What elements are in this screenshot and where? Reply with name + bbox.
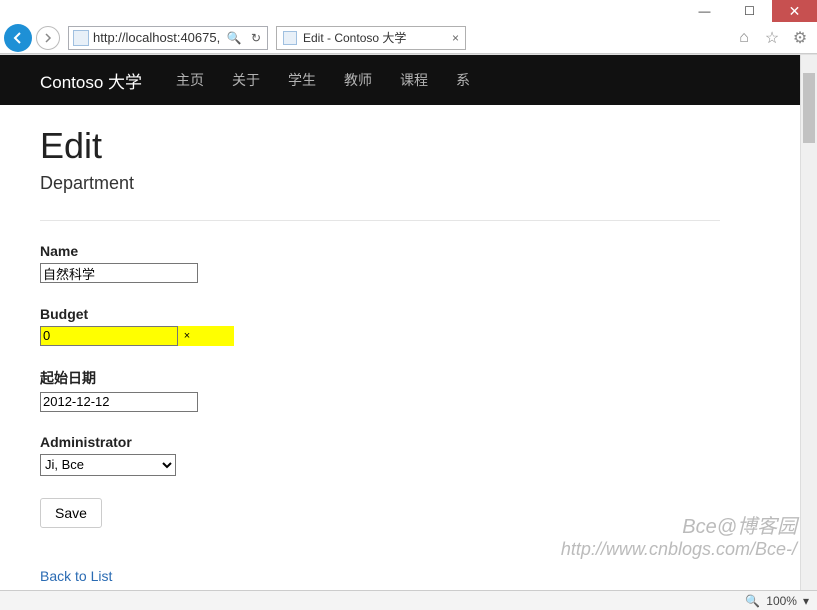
window-titlebar: — ☐ ✕: [0, 0, 817, 22]
address-text[interactable]: http://localhost:40675,: [93, 30, 223, 45]
site-navbar: Contoso 大学 主页 关于 学生 教师 课程 系: [0, 55, 817, 105]
address-bar[interactable]: http://localhost:40675, 🔍 ↻: [68, 26, 268, 50]
back-to-list-link[interactable]: Back to List: [40, 568, 112, 584]
browser-toolbar: http://localhost:40675, 🔍 ↻ Edit - Conto…: [0, 22, 817, 54]
page-viewport: Contoso 大学 主页 关于 学生 教师 课程 系 Edit Departm…: [0, 54, 817, 590]
tab-title: Edit - Contoso 大学: [303, 29, 446, 46]
zoom-dropdown-icon[interactable]: ▾: [803, 594, 809, 608]
home-icon[interactable]: ⌂: [734, 28, 754, 48]
budget-input[interactable]: [40, 326, 178, 346]
page-subheading: Department: [40, 173, 720, 194]
favorites-icon[interactable]: ☆: [762, 28, 782, 48]
zoom-level: 100%: [766, 594, 797, 608]
brand[interactable]: Contoso 大学: [40, 68, 142, 93]
tab-close-icon[interactable]: ×: [452, 31, 459, 45]
window-minimize-button[interactable]: —: [682, 0, 727, 22]
nav-students[interactable]: 学生: [288, 70, 316, 90]
window-maximize-button[interactable]: ☐: [727, 0, 772, 22]
budget-label: Budget: [40, 306, 720, 322]
vertical-scrollbar[interactable]: [800, 55, 817, 590]
page-heading: Edit: [40, 125, 720, 167]
field-administrator: Administrator Ji, Bce: [40, 434, 720, 476]
name-label: Name: [40, 243, 720, 259]
startdate-input[interactable]: [40, 392, 198, 412]
window-close-button[interactable]: ✕: [772, 0, 817, 22]
nav-forward-button[interactable]: [36, 26, 60, 50]
divider: [40, 220, 720, 221]
scrollbar-thumb[interactable]: [803, 73, 815, 143]
zoom-icon[interactable]: 🔍: [745, 594, 760, 608]
startdate-label: 起始日期: [40, 368, 720, 388]
search-icon[interactable]: 🔍: [223, 31, 245, 45]
nav-home[interactable]: 主页: [176, 70, 204, 90]
save-button[interactable]: Save: [40, 498, 102, 528]
page-icon: [73, 30, 89, 46]
admin-label: Administrator: [40, 434, 720, 450]
status-bar: 🔍 100% ▾: [0, 590, 817, 610]
name-input[interactable]: [40, 263, 198, 283]
field-name: Name: [40, 243, 720, 284]
nav-instructors[interactable]: 教师: [344, 70, 372, 90]
settings-icon[interactable]: ⚙: [790, 28, 810, 48]
budget-highlight: [196, 326, 234, 346]
refresh-icon[interactable]: ↻: [245, 31, 267, 45]
nav-courses[interactable]: 课程: [400, 70, 428, 90]
nav-back-button[interactable]: [4, 24, 32, 52]
nav-departments[interactable]: 系: [456, 70, 470, 90]
nav-about[interactable]: 关于: [232, 70, 260, 90]
admin-select[interactable]: Ji, Bce: [40, 454, 176, 476]
clear-icon[interactable]: ×: [178, 330, 196, 342]
browser-tab[interactable]: Edit - Contoso 大学 ×: [276, 26, 466, 50]
field-startdate: 起始日期: [40, 368, 720, 412]
main-container: Edit Department Name Budget × 起始日期 Admin…: [0, 105, 760, 590]
page-content: Contoso 大学 主页 关于 学生 教师 课程 系 Edit Departm…: [0, 55, 817, 590]
field-budget: Budget ×: [40, 306, 720, 346]
tab-favicon: [283, 31, 297, 45]
